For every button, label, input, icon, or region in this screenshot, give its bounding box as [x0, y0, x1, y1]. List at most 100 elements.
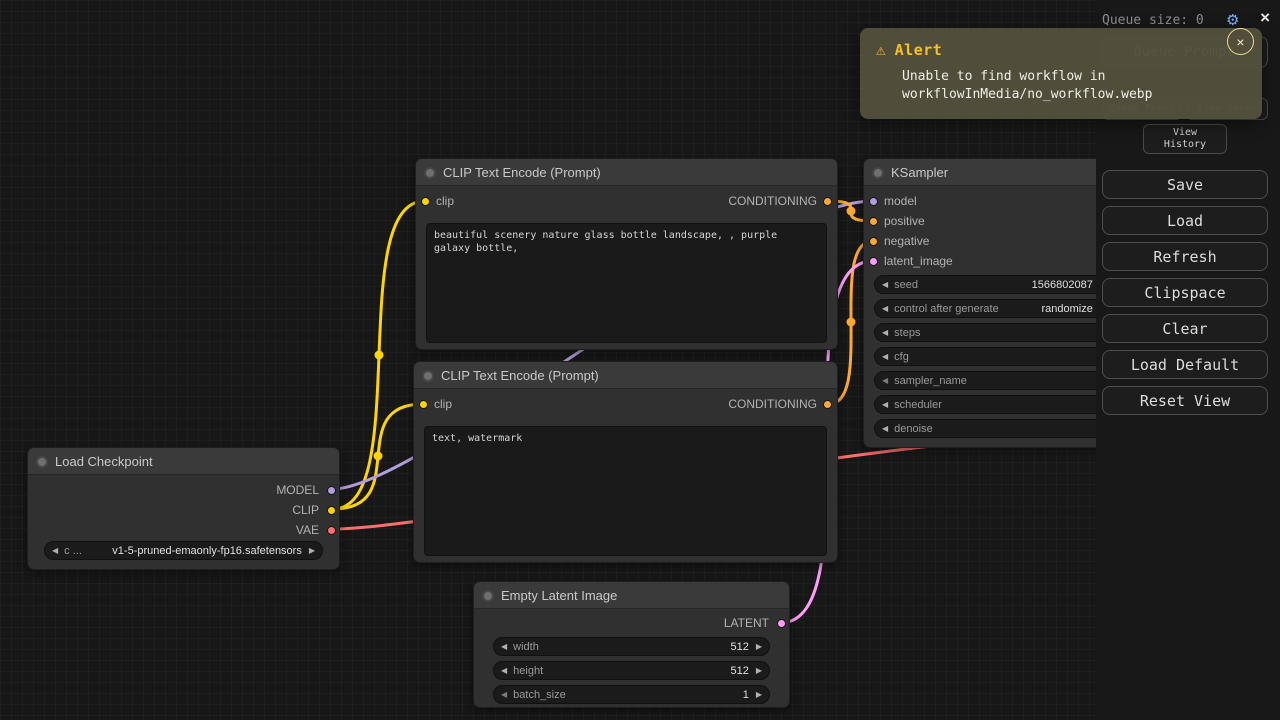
output-slot-model[interactable] [327, 486, 336, 495]
node-header[interactable]: CLIP Text Encode (Prompt) [416, 159, 837, 186]
alert-toast: ⚠ Alert Unable to find workflow in workf… [860, 28, 1262, 119]
close-icon: × [1236, 34, 1244, 50]
output-slot-conditioning[interactable] [823, 400, 832, 409]
widget-control-after-generate[interactable]: ◀ control after generate randomize ▶ [874, 299, 1114, 318]
node-title: Load Checkpoint [55, 454, 153, 469]
reset-view-button[interactable]: Reset View [1102, 386, 1268, 415]
output-label-clip: CLIP [292, 504, 319, 517]
decrement-arrow-icon[interactable]: ◀ [882, 425, 888, 433]
settings-gear-icon[interactable]: ⚙ [1226, 11, 1239, 29]
node-clip-text-encode-negative[interactable]: CLIP Text Encode (Prompt) clip CONDITION… [413, 361, 838, 563]
collapse-dot-icon[interactable] [424, 167, 436, 179]
collapse-dot-icon[interactable] [36, 456, 48, 468]
input-label-negative: negative [884, 235, 929, 248]
ckpt-name-widget[interactable]: ◀ c ... v1-5-pruned-emaonly-fp16.safeten… [44, 541, 323, 560]
node-header[interactable]: Load Checkpoint [28, 448, 339, 475]
node-ksampler[interactable]: KSampler model positive negative latent_… [863, 158, 1125, 448]
decrement-arrow-icon[interactable]: ◀ [501, 667, 507, 675]
increment-arrow-icon[interactable]: ▶ [756, 667, 762, 675]
menu-close-icon[interactable]: × [1260, 8, 1270, 28]
node-header[interactable]: KSampler [864, 159, 1124, 186]
decrement-arrow-icon[interactable]: ◀ [52, 547, 58, 555]
output-label-model: MODEL [276, 484, 319, 497]
input-slot-negative[interactable] [869, 237, 878, 246]
widget-batch-size[interactable]: ◀ batch_size 1 ▶ [493, 685, 770, 704]
widget-width[interactable]: ◀ width 512 ▶ [493, 637, 770, 656]
widget-denoise[interactable]: ◀ denoise ▶ [874, 419, 1114, 438]
input-slot-latent-image[interactable] [869, 257, 878, 266]
node-title: CLIP Text Encode (Prompt) [441, 368, 599, 383]
input-label-clip: clip [434, 398, 452, 411]
widget-label: seed [894, 279, 918, 291]
collapse-dot-icon[interactable] [872, 167, 884, 179]
widget-steps[interactable]: ◀ steps ▶ [874, 323, 1114, 342]
collapse-dot-icon[interactable] [482, 590, 494, 602]
output-slot-conditioning[interactable] [823, 197, 832, 206]
decrement-arrow-icon[interactable]: ◀ [882, 281, 888, 289]
increment-arrow-icon[interactable]: ▶ [309, 547, 315, 555]
output-label-conditioning: CONDITIONING [728, 195, 817, 208]
decrement-arrow-icon[interactable]: ◀ [882, 353, 888, 361]
input-slot-clip[interactable] [421, 197, 430, 206]
widget-cfg[interactable]: ◀ cfg ▶ [874, 347, 1114, 366]
widget-label: width [513, 641, 539, 653]
node-title: KSampler [891, 165, 948, 180]
input-label-latent-image: latent_image [884, 255, 953, 268]
refresh-button[interactable]: Refresh [1102, 242, 1268, 271]
collapse-dot-icon[interactable] [422, 370, 434, 382]
output-label-conditioning: CONDITIONING [728, 398, 817, 411]
widget-sampler-name[interactable]: ◀ sampler_name ▶ [874, 371, 1114, 390]
save-button[interactable]: Save [1102, 170, 1268, 199]
view-history-button[interactable]: View History [1143, 124, 1227, 154]
output-label-latent: LATENT [724, 617, 769, 630]
node-header[interactable]: CLIP Text Encode (Prompt) [414, 362, 837, 389]
node-empty-latent-image[interactable]: Empty Latent Image LATENT ◀ width 512 ▶ … [473, 581, 790, 708]
alert-title: Alert [895, 41, 943, 59]
widget-label: scheduler [894, 399, 942, 411]
increment-arrow-icon[interactable]: ▶ [756, 691, 762, 699]
widget-height[interactable]: ◀ height 512 ▶ [493, 661, 770, 680]
input-slot-model[interactable] [869, 197, 878, 206]
decrement-arrow-icon[interactable]: ◀ [501, 643, 507, 651]
node-load-checkpoint[interactable]: Load Checkpoint MODEL CLIP VAE ◀ c ... v… [27, 447, 340, 570]
node-header[interactable]: Empty Latent Image [474, 582, 789, 609]
increment-arrow-icon[interactable]: ▶ [756, 643, 762, 651]
widget-label: steps [894, 327, 920, 339]
node-clip-text-encode-positive[interactable]: CLIP Text Encode (Prompt) clip CONDITION… [415, 158, 838, 350]
clear-button[interactable]: Clear [1102, 314, 1268, 343]
widget-value: 512 [730, 641, 748, 653]
warning-icon: ⚠ [876, 40, 886, 59]
widget-value: v1-5-pruned-emaonly-fp16.safetensors [112, 545, 302, 557]
widget-label: batch_size [513, 689, 566, 701]
clipspace-button[interactable]: Clipspace [1102, 278, 1268, 307]
widget-value: randomize [1041, 303, 1092, 315]
load-default-button[interactable]: Load Default [1102, 350, 1268, 379]
widget-label: height [513, 665, 543, 677]
prompt-textarea[interactable]: text, watermark [424, 426, 827, 556]
widget-scheduler[interactable]: ◀ scheduler ▶ [874, 395, 1114, 414]
widget-label: denoise [894, 423, 933, 435]
output-slot-latent[interactable] [777, 619, 786, 628]
decrement-arrow-icon[interactable]: ◀ [882, 329, 888, 337]
output-slot-clip[interactable] [327, 506, 336, 515]
input-slot-clip[interactable] [419, 400, 428, 409]
widget-seed[interactable]: ◀ seed 1566802087 ▶ [874, 275, 1114, 294]
input-label-positive: positive [884, 215, 925, 228]
input-label-clip: clip [436, 195, 454, 208]
widget-label: cfg [894, 351, 909, 363]
node-title: Empty Latent Image [501, 588, 617, 603]
prompt-textarea[interactable]: beautiful scenery nature glass bottle la… [426, 223, 827, 343]
decrement-arrow-icon[interactable]: ◀ [882, 305, 888, 313]
widget-value: 1 [743, 689, 749, 701]
widget-value: 512 [730, 665, 748, 677]
decrement-arrow-icon[interactable]: ◀ [882, 401, 888, 409]
alert-message: Unable to find workflow in workflowInMed… [902, 68, 1204, 105]
load-button[interactable]: Load [1102, 206, 1268, 235]
alert-close-button[interactable]: × [1227, 28, 1254, 55]
widget-value: 1566802087 [1032, 279, 1093, 291]
input-slot-positive[interactable] [869, 217, 878, 226]
decrement-arrow-icon[interactable]: ◀ [882, 377, 888, 385]
decrement-arrow-icon[interactable]: ◀ [501, 691, 507, 699]
output-slot-vae[interactable] [327, 526, 336, 535]
queue-size-label: Queue size: 0 [1102, 13, 1204, 28]
